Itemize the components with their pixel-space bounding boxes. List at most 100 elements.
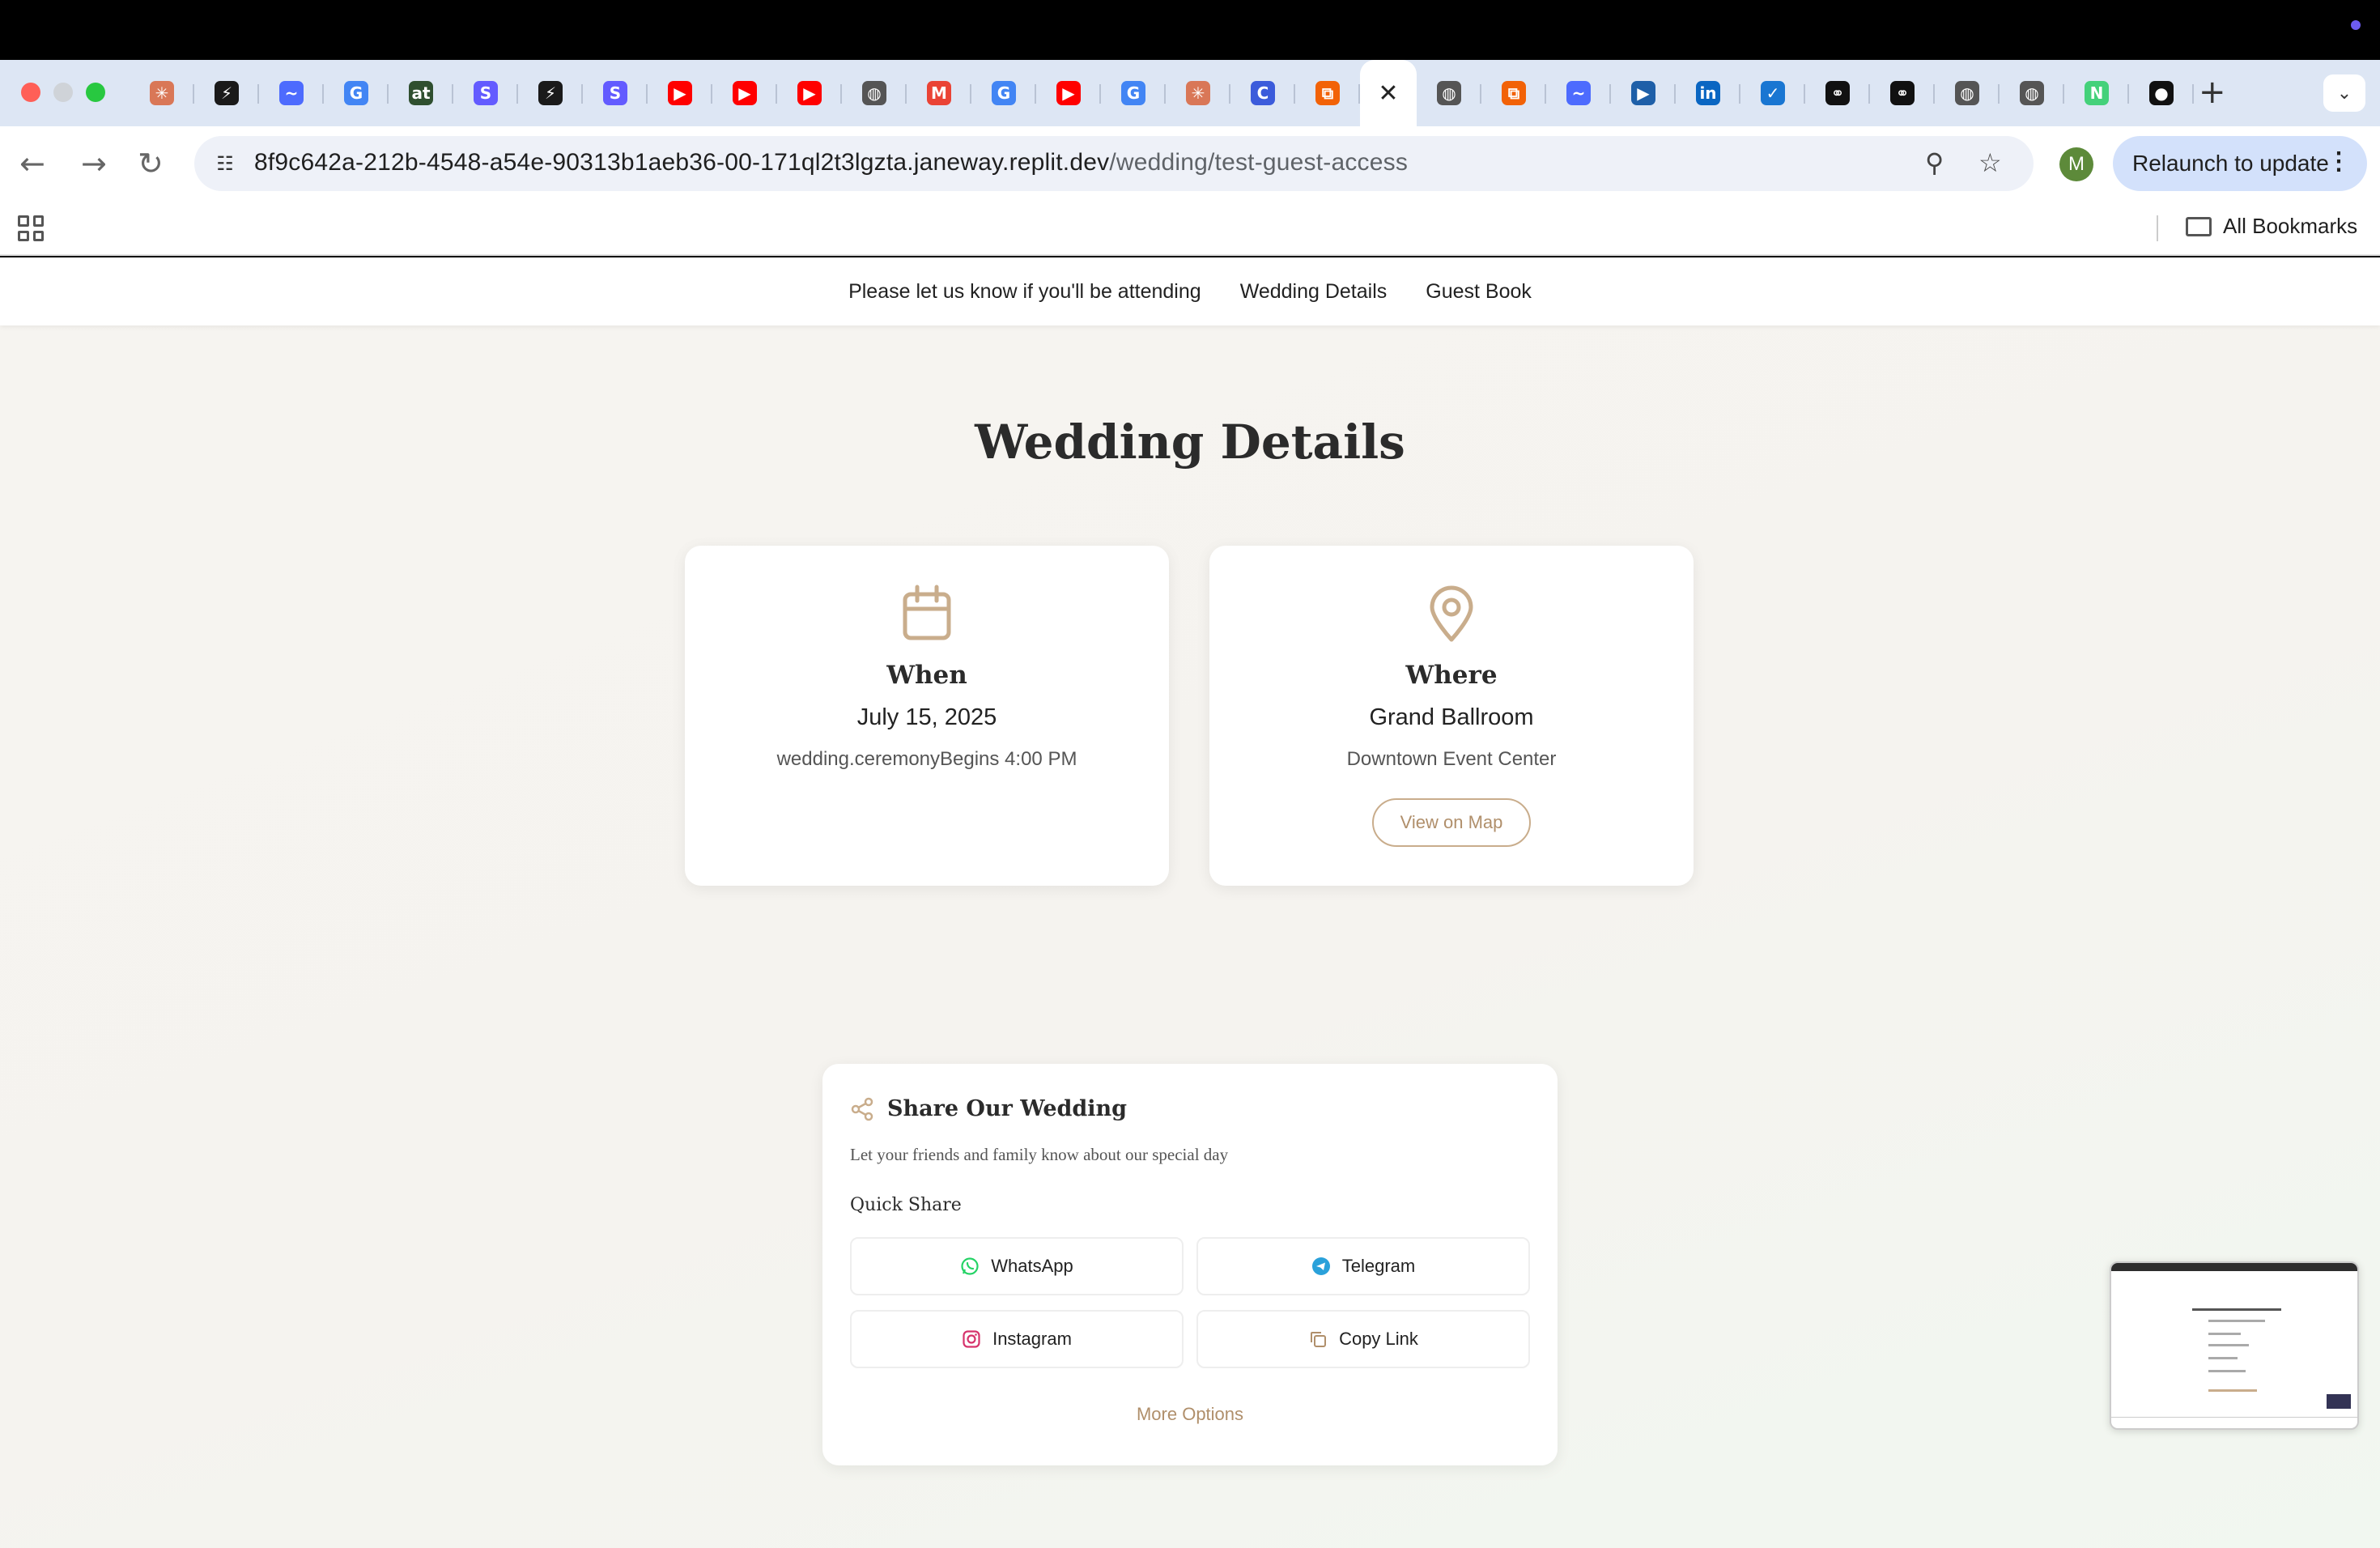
active-tab[interactable]: ✕ [1360,60,1417,126]
zoom-icon[interactable]: ⚲ [1925,147,1944,178]
telegram-label: Telegram [1341,1256,1416,1276]
screen-recording-thumbnail[interactable] [2110,1261,2359,1430]
nav-link-wedding-details[interactable]: Wedding Details [1240,280,1388,304]
google-icon: G [344,81,368,105]
back-arrow-icon[interactable]: ← [19,146,45,181]
youtube-icon: ▶ [733,81,757,105]
site-settings-icon[interactable]: ☷ [209,147,241,180]
window-minimize-button[interactable] [53,83,73,102]
map-pin-icon [1430,585,1473,642]
view-on-map-button[interactable]: View on Map [1372,798,1531,847]
telegram-icon [1311,1257,1331,1276]
globe-icon: ◍ [862,81,886,105]
bolt-icon: ⚡ [215,81,239,105]
browser-tab[interactable]: in [1676,60,1740,126]
browser-tab[interactable]: ⚡ [518,60,583,126]
menu-bar [0,0,2380,60]
more-menu-icon[interactable]: ⋮ [2327,147,2351,176]
wedding-page: Please let us know if you'll be attendin… [0,257,2380,1548]
share-whatsapp-button[interactable]: WhatsApp [850,1237,1184,1295]
whatsapp-icon [960,1257,980,1276]
url-text[interactable]: 8f9c642a-212b-4548-a54e-90313b1aeb36-00-… [254,149,1408,176]
page-title: Wedding Details [975,415,1405,470]
window-close-button[interactable] [21,83,40,102]
browser-tab[interactable]: ◍ [842,60,907,126]
browser-tab[interactable]: G [971,60,1036,126]
apps-grid-icon[interactable] [18,215,44,241]
browser-tab[interactable]: C [1230,60,1295,126]
browser-tab[interactable]: ◍ [2000,60,2064,126]
new-tab-icon[interactable]: + [2199,76,2226,108]
bookmarks-divider [2157,215,2158,241]
google-icon: G [1121,81,1145,105]
browser-tab[interactable]: M [907,60,971,126]
nav-link-guest-book[interactable]: Guest Book [1426,280,1532,304]
window-zoom-button[interactable] [86,83,105,102]
browser-tab[interactable]: ⚭ [1870,60,1935,126]
browser-tab[interactable]: S [453,60,518,126]
globe-icon: ◍ [2020,81,2044,105]
browser-tab[interactable]: ▶ [712,60,777,126]
bookmark-star-icon[interactable]: ☆ [1978,147,2002,178]
stripe-icon: S [603,81,627,105]
thumbnail-line [2208,1389,2257,1392]
browser-tab[interactable]: ⚭ [1805,60,1870,126]
browser-tab[interactable]: ~ [1546,60,1611,126]
close-tab-icon[interactable]: ✕ [1378,79,1398,108]
deepseek-icon: ~ [279,81,304,105]
relaunch-update-button[interactable]: Relaunch to update ⋮ [2113,136,2367,191]
all-bookmarks-button[interactable]: All Bookmarks [2186,214,2357,239]
browser-tab[interactable]: ✳ [1166,60,1230,126]
browser-tab[interactable]: ✳ [130,60,194,126]
folder-icon [2186,216,2212,236]
whatsapp-label: WhatsApp [991,1256,1073,1276]
where-card: Where Grand Ballroom Downtown Event Cent… [1209,546,1694,886]
youtube-icon: ▶ [797,81,822,105]
browser-tab[interactable]: ▶ [777,60,842,126]
share-telegram-button[interactable]: Telegram [1196,1237,1530,1295]
browser-tab[interactable]: ⚡ [194,60,259,126]
claude-icon: ✳ [1186,81,1210,105]
nav-link-rsvp[interactable]: Please let us know if you'll be attendin… [848,280,1201,304]
at-icon: at [409,81,433,105]
address-bar[interactable]: ☷ 8f9c642a-212b-4548-a54e-90313b1aeb36-0… [194,136,2034,191]
browser-tab[interactable]: ▶ [1611,60,1676,126]
thumbnail-line [2208,1344,2249,1346]
browser-tab[interactable]: G [324,60,389,126]
quick-share-label: Quick Share [850,1195,962,1215]
url-host: 8f9c642a-212b-4548-a54e-90313b1aeb36-00-… [254,149,1110,176]
browser-tab[interactable]: N [2064,60,2129,126]
thumbnail-header [2111,1263,2357,1271]
share-header: Share Our Wedding [850,1096,1127,1121]
browser-tab[interactable]: ▶ [648,60,712,126]
thumbnail-line [2111,1417,2357,1418]
tab-search-chevron-icon[interactable]: ⌄ [2323,74,2365,112]
replit-icon: ⧉ [1502,81,1526,105]
browser-tab[interactable]: ● [2129,60,2194,126]
browser-tab[interactable]: ~ [259,60,324,126]
copy-link-button[interactable]: Copy Link [1196,1310,1530,1368]
thumbnail-line [2208,1357,2238,1359]
browser-tab[interactable]: ◍ [1935,60,2000,126]
browser-tab[interactable]: S [583,60,648,126]
browser-tab[interactable]: ⧉ [1481,60,1546,126]
browser-tab[interactable]: ◍ [1417,60,1481,126]
browser-tab[interactable]: at [389,60,453,126]
share-card: Share Our Wedding Let your friends and f… [822,1064,1558,1465]
thumbnail-line [2327,1394,2351,1409]
instagram-label: Instagram [992,1329,1072,1349]
browser-tab[interactable]: ✓ [1740,60,1805,126]
share-instagram-button[interactable]: Instagram [850,1310,1184,1368]
profile-avatar[interactable]: M [2059,147,2093,181]
google-icon: G [992,81,1016,105]
browser-tab[interactable]: ▶ [1036,60,1101,126]
reload-icon[interactable]: ↻ [138,146,164,181]
globe-icon: ◍ [1955,81,1979,105]
gmail-icon: M [927,81,951,105]
link-icon: ⚭ [1825,81,1850,105]
more-options-link[interactable]: More Options [822,1404,1558,1425]
browser-tab[interactable]: G [1101,60,1166,126]
browser-tab[interactable]: ⧉ [1295,60,1360,126]
forward-arrow-icon[interactable]: → [81,146,107,181]
link-check-icon: ⚭ [1890,81,1915,105]
